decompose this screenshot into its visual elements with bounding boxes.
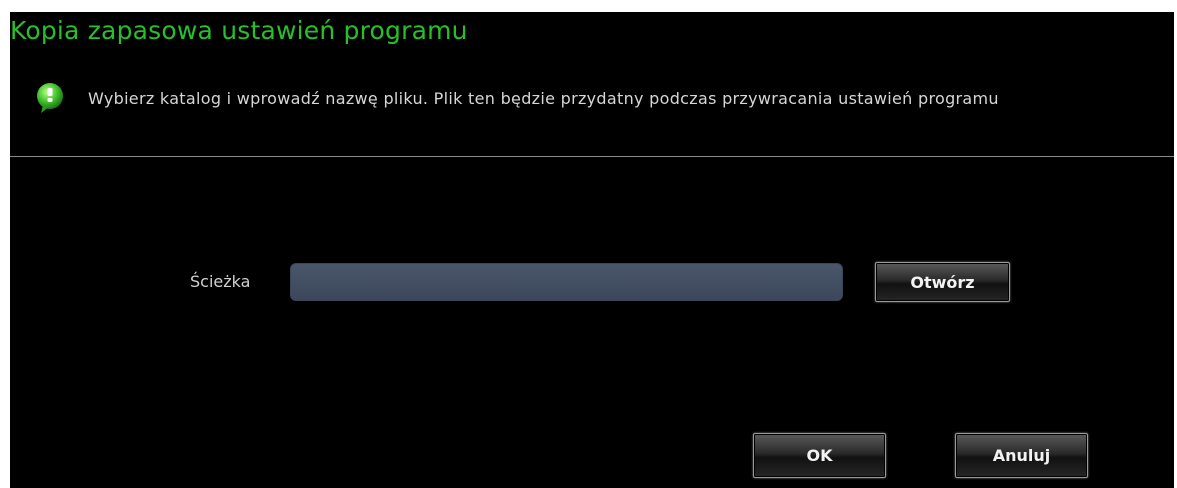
cancel-button[interactable]: Anuluj (955, 433, 1088, 478)
dialog-title: Kopia zapasowa ustawień programu (10, 16, 468, 45)
info-text: Wybierz katalog i wprowadź nazwę pliku. … (88, 88, 999, 108)
ok-button[interactable]: OK (753, 433, 886, 478)
path-label: Ścieżka (190, 272, 251, 291)
path-input[interactable] (290, 263, 843, 301)
info-row: Wybierz katalog i wprowadź nazwę pliku. … (34, 82, 999, 114)
top-edge (0, 0, 1177, 12)
open-button[interactable]: Otwórz (875, 262, 1010, 302)
header-divider (10, 156, 1174, 157)
backup-settings-dialog: Kopia zapasowa ustawień programu Wybierz… (0, 0, 1177, 488)
info-bubble-icon (37, 83, 63, 113)
left-edge (0, 0, 10, 488)
